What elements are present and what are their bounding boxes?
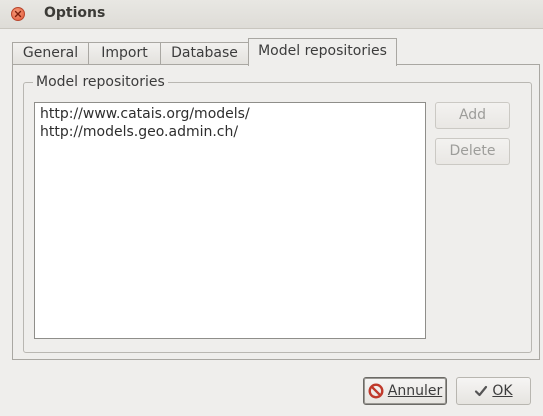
list-item[interactable]: http://models.geo.admin.ch/ <box>35 123 425 141</box>
delete-button[interactable]: Delete <box>435 138 510 165</box>
list-item[interactable]: http://www.catais.org/models/ <box>35 105 425 123</box>
tab-model-repositories[interactable]: Model repositories <box>248 38 397 66</box>
checkmark-icon <box>475 385 488 397</box>
model-repositories-group: Model repositories http://www.catais.org… <box>23 73 532 353</box>
repository-list[interactable]: http://www.catais.org/models/ http://mod… <box>34 102 426 339</box>
tab-import[interactable]: Import <box>88 42 161 65</box>
window-title: Options <box>44 5 106 21</box>
close-icon <box>14 10 22 18</box>
tab-database[interactable]: Database <box>160 42 249 65</box>
cancel-icon <box>368 383 384 399</box>
cancel-button[interactable]: Annuler <box>363 377 447 405</box>
title-bar: Options <box>0 0 543 29</box>
tab-pane: Model repositories http://www.catais.org… <box>12 64 540 360</box>
cancel-label: Annuler <box>387 383 443 399</box>
ok-button[interactable]: OK <box>456 377 531 405</box>
group-title: Model repositories <box>33 73 168 91</box>
tab-general[interactable]: General <box>12 42 89 65</box>
add-button[interactable]: Add <box>435 102 510 129</box>
ok-label: OK <box>492 383 513 399</box>
close-button[interactable] <box>11 7 25 21</box>
